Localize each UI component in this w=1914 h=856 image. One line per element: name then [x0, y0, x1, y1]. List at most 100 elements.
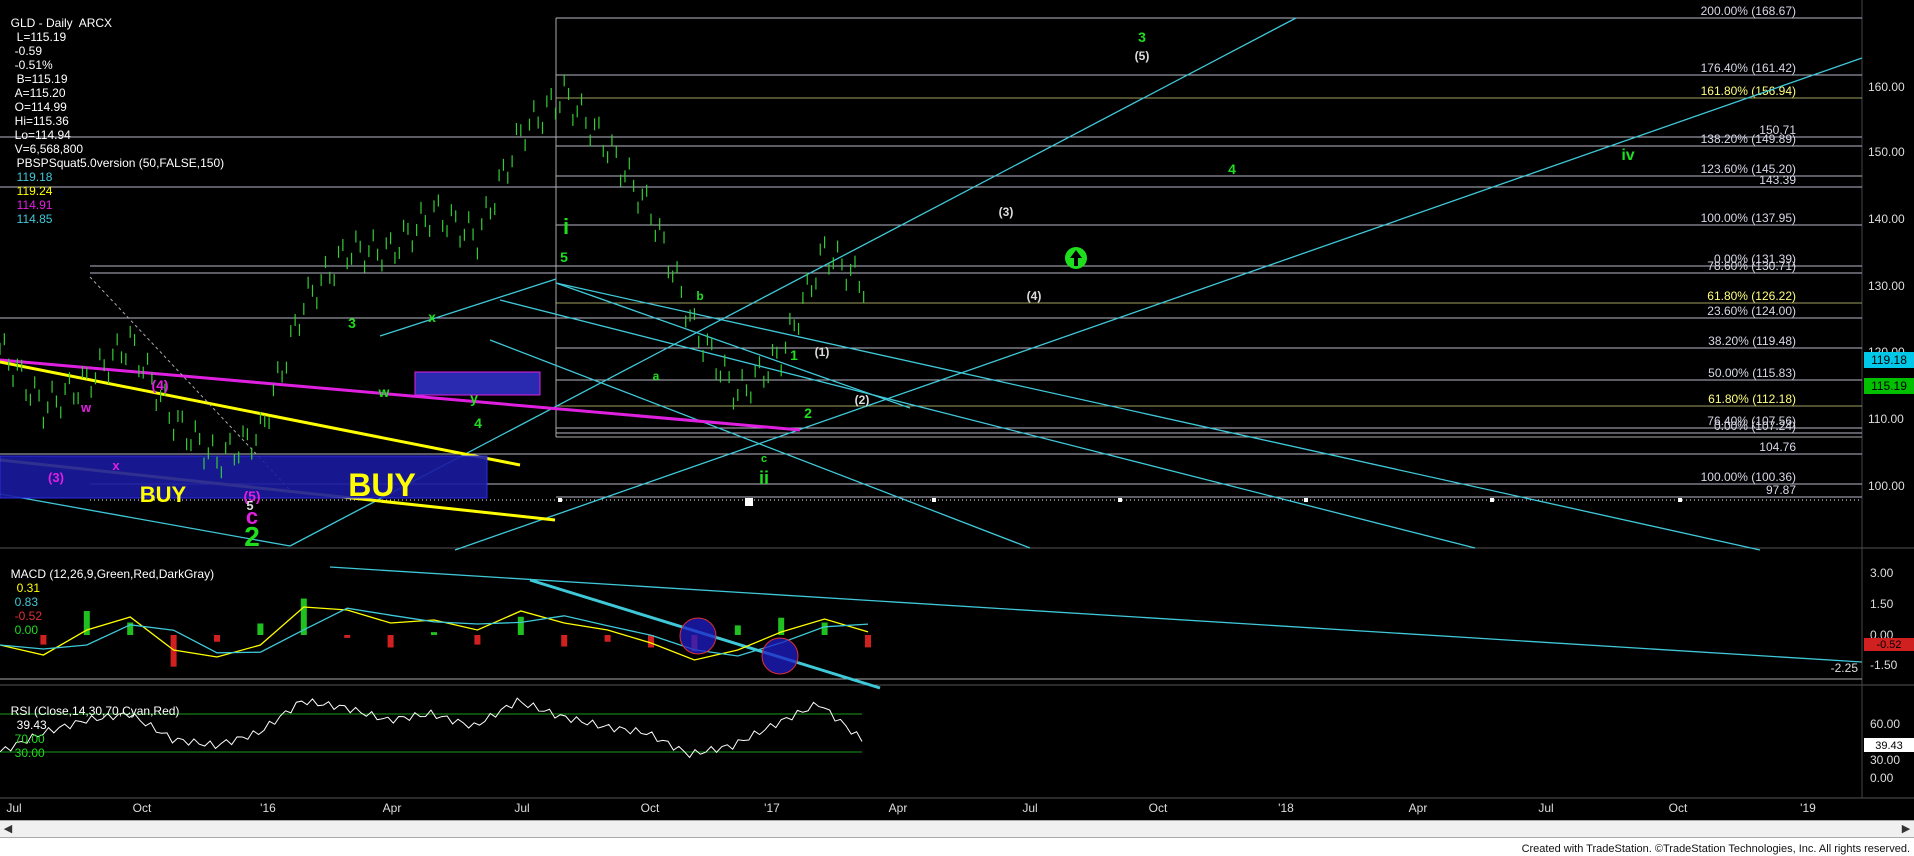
wave-label: 5	[560, 249, 568, 265]
price-tick-label: 140.00	[1868, 212, 1905, 226]
macd-value-4: 0.00	[14, 623, 39, 637]
rsi-tick-label: 60.00	[1870, 717, 1900, 731]
wave-label: 1	[790, 347, 798, 363]
macd-current-label: -0.52	[1876, 639, 1901, 651]
time-axis-label: Oct	[133, 801, 152, 815]
volume-value: V=6,568,800	[14, 142, 84, 156]
macd-histogram-bar	[604, 635, 611, 642]
time-axis-label: Oct	[641, 801, 660, 815]
macd-trend-label: -2.25	[1831, 661, 1859, 675]
price-tick-label: 130.00	[1868, 279, 1905, 293]
level-marker	[558, 498, 562, 502]
time-axis-label: Jul	[6, 801, 21, 815]
study-value-4: 114.85	[16, 212, 53, 226]
macd-header: MACD (12,26,9,Green,Red,DarkGray) 0.31 0…	[4, 553, 214, 637]
chart-header: GLD - Daily ARCX L=115.19 -0.59 -0.51% B…	[4, 2, 224, 226]
bid-value: B=115.19	[16, 72, 68, 86]
wave-label: x	[428, 309, 436, 325]
wave-label: 4	[1228, 161, 1236, 177]
time-axis-label: '19	[1800, 801, 1816, 815]
low-value: Lo=114.94	[14, 128, 71, 142]
macd-trendline	[329, 566, 1863, 663]
rsi-value-3: 30.00	[14, 746, 45, 760]
time-axis: Jul Oct '16 Apr Jul Oct '17 Apr Jul Oct '18 Apr Jul O…	[6, 801, 1816, 815]
wave-label: a	[653, 369, 660, 383]
trendline	[489, 339, 1031, 549]
level-marker	[1678, 498, 1682, 502]
time-axis-label: Jul	[514, 801, 529, 815]
macd-histogram-bar	[865, 635, 871, 648]
time-axis-label: '16	[260, 801, 276, 815]
study-value-1: 119.18	[16, 170, 53, 184]
fib-level-label: 38.20% (119.48)	[1708, 334, 1796, 348]
wave-label: b	[696, 289, 703, 303]
time-axis-label: Apr	[383, 801, 402, 815]
level-marker	[932, 498, 936, 502]
level-marker	[1304, 498, 1308, 502]
time-axis-label: Apr	[889, 801, 908, 815]
macd-histogram-bar	[214, 635, 220, 642]
open-value: O=114.99	[14, 100, 67, 114]
high-value: Hi=115.36	[14, 114, 69, 128]
fib-level-label: 176.40% (161.42)	[1701, 61, 1796, 75]
fib-level-label: 200.00% (168.67)	[1701, 4, 1796, 18]
horizontal-scrollbar[interactable]: ◀ ▶	[0, 820, 1914, 838]
wave-label: i	[563, 214, 569, 239]
trendline	[499, 299, 1476, 549]
wave-label: (2)	[855, 393, 870, 407]
fib-level-label: 138.20% (149.89)	[1701, 132, 1796, 146]
time-axis-label: '17	[764, 801, 780, 815]
wave-label: 4	[474, 415, 482, 431]
ask-value: A=115.20	[14, 86, 66, 100]
fib-level-label: 61.80% (112.18)	[1708, 392, 1796, 406]
fib-grid: 200.00% (168.67) 176.40% (161.42) 1 61.80% …	[0, 0, 1914, 799]
change-value: -0.59	[14, 44, 43, 58]
wave-label: (3)	[48, 470, 64, 485]
fib-level-label: 50.00% (115.83)	[1708, 366, 1796, 380]
macd-histogram-bar	[474, 635, 481, 645]
wave-label: w	[378, 384, 390, 400]
trendline	[454, 57, 1863, 551]
price-axis: 160.00150.00140.00130.00120.00110.00100.…	[1864, 80, 1914, 493]
fib-level-label: 104.76	[1759, 440, 1796, 454]
wave-label: 2	[804, 405, 812, 421]
symbol-label: GLD - Daily ARCX	[10, 16, 113, 30]
scroll-left-icon[interactable]: ◀	[0, 821, 16, 837]
last-price: L=115.19	[16, 30, 67, 44]
rsi-current-label: 39.43	[1875, 740, 1903, 752]
macd-histogram-bar	[821, 622, 828, 635]
wave-label: 2	[244, 521, 260, 552]
scroll-right-icon[interactable]: ▶	[1898, 821, 1914, 837]
fib-level-label: 97.87	[1766, 483, 1796, 497]
price-tick-label: 150.00	[1868, 145, 1905, 159]
macd-histogram-bar	[431, 632, 437, 635]
wave-label: (1)	[815, 345, 830, 359]
magenta-trendline	[0, 358, 801, 432]
rsi-value-2: 70.00	[14, 732, 45, 746]
fib-level-label: 100.00% (100.36)	[1701, 470, 1796, 484]
current-price-label: 119.18	[1871, 353, 1907, 367]
macd-highlight-circle	[761, 637, 799, 675]
wave-label: (5)	[1135, 49, 1150, 63]
rsi-header: RSI (Close,14,30,70,Cyan,Red) 39.43 70.0…	[4, 690, 180, 760]
level-marker	[1118, 498, 1122, 502]
time-axis-label: Apr	[1409, 801, 1428, 815]
macd-histogram-bar	[734, 625, 741, 635]
macd-panel: 3.00 1.50 0.00 -1.50 -0.52 -2.25	[0, 566, 1914, 690]
time-axis-label: '18	[1278, 801, 1294, 815]
wave-label: (3)	[999, 205, 1014, 219]
change-pct: -0.51%	[14, 58, 53, 72]
price-tick-label: 110.00	[1868, 412, 1904, 426]
wave-label: 3	[1138, 29, 1146, 45]
time-axis-label: Jul	[1022, 801, 1037, 815]
rsi-panel: 60.00 30.00 0.00 39.43	[0, 697, 1914, 785]
macd-tick-label: -1.50	[1870, 658, 1898, 672]
macd-value-3: -0.52	[14, 609, 43, 623]
wave-label: 3	[348, 315, 356, 331]
macd-title: MACD (12,26,9,Green,Red,DarkGray)	[10, 567, 215, 581]
wave-label: w	[80, 400, 92, 415]
gld-daily-chart: 200.00% (168.67) 176.40% (161.42) 1 61.80% …	[0, 0, 1914, 815]
fib-level-label: 23.60% (124.00)	[1707, 304, 1796, 318]
wave-label: BUY	[140, 482, 187, 507]
wave-label: y	[470, 390, 478, 406]
